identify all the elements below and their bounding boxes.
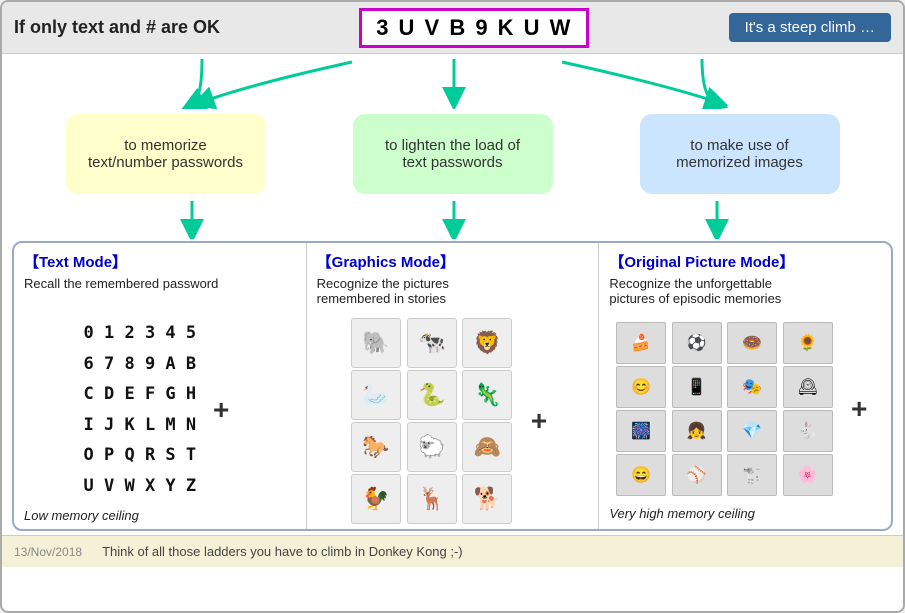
header-row: If only text and # are OK 3 U V B 9 K U …: [2, 2, 903, 54]
text-mode-desc: Recall the remembered password: [24, 276, 296, 312]
picture-cell: 🍰: [616, 322, 666, 364]
chars-row2: 6 7 8 9 A B: [84, 349, 197, 380]
original-mode-footer: Very high memory ceiling: [609, 506, 881, 521]
purpose-original-label: to make use of memorized images: [676, 137, 803, 171]
graphics-mode-content: 🐘🐄🦁 🦢🐍🦎 🐎🐑🙈 🐓🦌🐕 +: [317, 318, 589, 524]
picture-cell: 🎭: [727, 366, 777, 408]
password-code: 3 U V B 9 K U W: [359, 8, 589, 48]
purpose-text-label: to memorize text/number passwords: [88, 137, 243, 171]
modes-container: 【Text Mode】 Recall the remembered passwo…: [12, 241, 893, 531]
main-container: If only text and # are OK 3 U V B 9 K U …: [0, 0, 905, 613]
picture-cell: 📱: [672, 366, 722, 408]
graphics-mode-title: 【Graphics Mode】: [317, 251, 589, 272]
picture-cell: 🐇: [783, 410, 833, 452]
picture-cell: ⚽: [672, 322, 722, 364]
graphics-mode-col: 【Graphics Mode】 Recognize the pictures r…: [307, 243, 600, 529]
picture-cell: 🌻: [783, 322, 833, 364]
animal-cell: 🐑: [407, 422, 457, 472]
chars-row6: U V W X Y Z: [84, 471, 197, 502]
plus-sign-text: +: [206, 394, 236, 426]
animal-cell: 🦁: [462, 318, 512, 368]
picture-cell: 🍩: [727, 322, 777, 364]
header-left-text: If only text and # are OK: [14, 17, 220, 38]
arrows-top: [2, 54, 903, 109]
arrows-bottom: [2, 199, 903, 239]
chars-row4: I J K L M N: [84, 410, 197, 441]
animal-cell: 🐄: [407, 318, 457, 368]
picture-cell: 🎆: [616, 410, 666, 452]
picture-cell: 🌸: [783, 454, 833, 496]
plus-sign-graphics: +: [524, 405, 554, 437]
animal-cell: 🐘: [351, 318, 401, 368]
purpose-box-graphics: to lighten the load of text passwords: [353, 114, 553, 194]
picture-cell: 👧: [672, 410, 722, 452]
animal-grid: 🐘🐄🦁 🦢🐍🦎 🐎🐑🙈 🐓🦌🐕: [351, 318, 516, 524]
animal-cell: 🐎: [351, 422, 401, 472]
animal-cell: 🐓: [351, 474, 401, 524]
chars-row5: O P Q R S T: [84, 440, 197, 471]
text-mode-footer: Low memory ceiling: [24, 508, 296, 523]
footer-text: Think of all those ladders you have to c…: [102, 544, 463, 559]
animal-cell: 🐕: [462, 474, 512, 524]
animal-cell: 🐍: [407, 370, 457, 420]
char-grid: 0 1 2 3 4 5 6 7 8 9 A B C D E F G H I J …: [84, 318, 197, 502]
original-mode-col: 【Original Picture Mode】 Recognize the un…: [599, 243, 891, 529]
picture-cell: ⚾: [672, 454, 722, 496]
picture-cell: 🕰: [783, 366, 833, 408]
purpose-boxes-row: to memorize text/number passwords to lig…: [2, 109, 903, 199]
pic-grid: 🍰⚽🍩🌻 😊📱🎭🕰 🎆👧💎🐇 😄⚾🐩🌸: [616, 322, 836, 496]
header-right-text: It's a steep climb …: [729, 13, 891, 42]
original-mode-content: 🍰⚽🍩🌻 😊📱🎭🕰 🎆👧💎🐇 😄⚾🐩🌸 +: [609, 318, 881, 500]
animal-cell: 🦎: [462, 370, 512, 420]
purpose-box-text: to memorize text/number passwords: [66, 114, 266, 194]
animal-cell: 🦌: [407, 474, 457, 524]
original-mode-title: 【Original Picture Mode】: [609, 251, 881, 272]
plus-sign-original: +: [844, 393, 874, 425]
original-mode-desc: Recognize the unforgettable pictures of …: [609, 276, 881, 312]
text-mode-title: 【Text Mode】: [24, 251, 296, 272]
footer-bar: 13/Nov/2018 Think of all those ladders y…: [2, 535, 903, 567]
chars-row3: C D E F G H: [84, 379, 197, 410]
purpose-graphics-label: to lighten the load of text passwords: [385, 137, 520, 171]
picture-cell: 😄: [616, 454, 666, 496]
footer-date: 13/Nov/2018: [14, 545, 82, 559]
purpose-box-original: to make use of memorized images: [640, 114, 840, 194]
graphics-mode-footer: High memory ceiling: [317, 530, 589, 531]
picture-cell: 💎: [727, 410, 777, 452]
picture-cell: 😊: [616, 366, 666, 408]
text-mode-col: 【Text Mode】 Recall the remembered passwo…: [14, 243, 307, 529]
animal-cell: 🦢: [351, 370, 401, 420]
picture-cell: 🐩: [727, 454, 777, 496]
animal-cell: 🙈: [462, 422, 512, 472]
chars-row1: 0 1 2 3 4 5: [84, 318, 197, 349]
text-mode-content: 0 1 2 3 4 5 6 7 8 9 A B C D E F G H I J …: [24, 318, 296, 502]
graphics-mode-desc: Recognize the pictures remembered in sto…: [317, 276, 589, 312]
